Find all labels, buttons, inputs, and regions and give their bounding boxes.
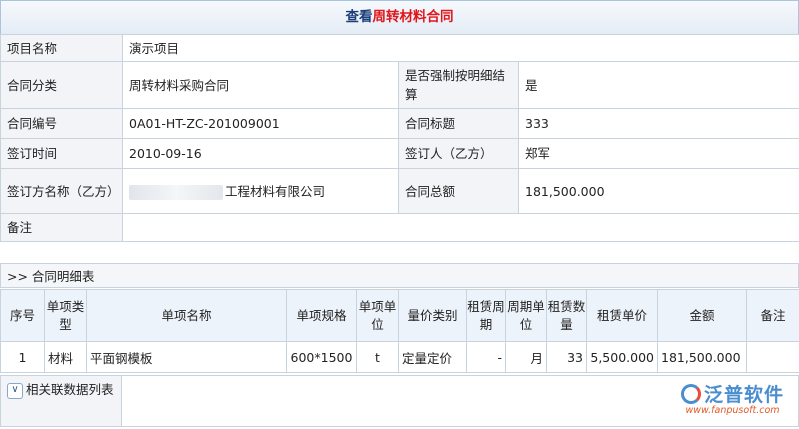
total-amount-label: 合同总额 [398, 168, 519, 214]
cell-unit: t [356, 341, 399, 373]
party-name-value: 工程材料有限公司 [225, 183, 326, 199]
remark-value [121, 213, 799, 242]
title-highlight: 周转材料合同 [372, 9, 454, 25]
col-header: 单项名称 [86, 289, 287, 342]
contract-number-label: 合同编号 [0, 108, 123, 139]
project-label: 项目名称 [0, 34, 123, 62]
cell-remark [746, 341, 799, 373]
col-header: 租赁单价 [586, 289, 658, 342]
contract-subject-value: 333 [517, 108, 799, 139]
col-header: 量价类别 [398, 289, 467, 342]
logo-text: 泛普软件 [703, 384, 784, 406]
detail-table: 序号 单项类型 单项名称 单项规格 单项单位 量价类别 租赁周期 周期单位 租赁… [0, 289, 799, 373]
signer-label: 签订人（乙方） [398, 138, 519, 169]
title-prefix: 查看 [345, 9, 373, 25]
party-name-cell: 工程材料有限公司 [122, 168, 399, 214]
logo-url: www.fanpusoft.com [685, 405, 780, 416]
forced-settlement-value: 是 [517, 61, 799, 109]
cell-price-type: 定量定价 [398, 341, 467, 373]
party-name-label: 签订方名称（乙方） [0, 168, 123, 214]
cell-spec: 600*1500 [286, 341, 357, 373]
signer-value: 郑军 [517, 138, 799, 169]
col-header: 序号 [0, 289, 45, 342]
category-value: 周转材料采购合同 [122, 61, 399, 109]
col-header: 单项类型 [44, 289, 87, 342]
col-header: 金额 [657, 289, 747, 342]
contract-info-table: 项目名称 演示项目 合同分类 周转材料采购合同 是否强制按明细结算 是 合同编号… [0, 34, 799, 242]
contract-number-value: 0A01-HT-ZC-201009001 [122, 108, 399, 139]
cell-name: 平面钢模板 [86, 341, 287, 373]
cell-period: - [466, 341, 506, 373]
related-data-row: ∨ 相关联数据列表 泛普软件 www.fanpusoft.com [0, 375, 799, 429]
category-label: 合同分类 [0, 61, 123, 109]
page-title: 查看周转材料合同 [0, 0, 799, 35]
cell-period-unit: 月 [505, 341, 547, 373]
related-data-toggle[interactable]: ∨ 相关联数据列表 [0, 375, 122, 427]
logo-mark-icon [680, 384, 701, 404]
table-row: 1 材料 平面钢模板 600*1500 t 定量定价 - 月 33 5,500.… [0, 341, 799, 373]
related-data-label: 相关联数据列表 [26, 382, 114, 397]
col-header: 备注 [746, 289, 799, 342]
brand-logo: 泛普软件 www.fanpusoft.com [680, 380, 784, 416]
col-header: 租赁周期 [466, 289, 506, 342]
remark-label: 备注 [0, 213, 123, 242]
related-data-content: 泛普软件 www.fanpusoft.com [122, 375, 799, 427]
contract-subject-label: 合同标题 [398, 108, 519, 139]
chevron-double-down-icon[interactable]: ∨ [7, 382, 23, 399]
redacted-block [129, 184, 223, 200]
col-header: 单项规格 [286, 289, 357, 342]
cell-type: 材料 [44, 341, 87, 373]
sign-date-label: 签订时间 [0, 138, 123, 169]
project-value: 演示项目 [121, 34, 799, 62]
col-header: 租赁数量 [546, 289, 587, 342]
col-header: 单项单位 [356, 289, 399, 342]
cell-no: 1 [0, 341, 45, 373]
cell-unit-price: 5,500.000 [586, 341, 658, 373]
detail-section-header[interactable]: >> 合同明细表 [0, 263, 799, 288]
detail-header-row: 序号 单项类型 单项名称 单项规格 单项单位 量价类别 租赁周期 周期单位 租赁… [0, 289, 799, 342]
cell-qty: 33 [546, 341, 587, 373]
total-amount-value: 181,500.000 [517, 168, 799, 214]
sign-date-value: 2010-09-16 [122, 138, 399, 169]
col-header: 周期单位 [505, 289, 547, 342]
forced-settlement-label: 是否强制按明细结算 [398, 61, 519, 109]
cell-amount: 181,500.000 [657, 341, 747, 373]
